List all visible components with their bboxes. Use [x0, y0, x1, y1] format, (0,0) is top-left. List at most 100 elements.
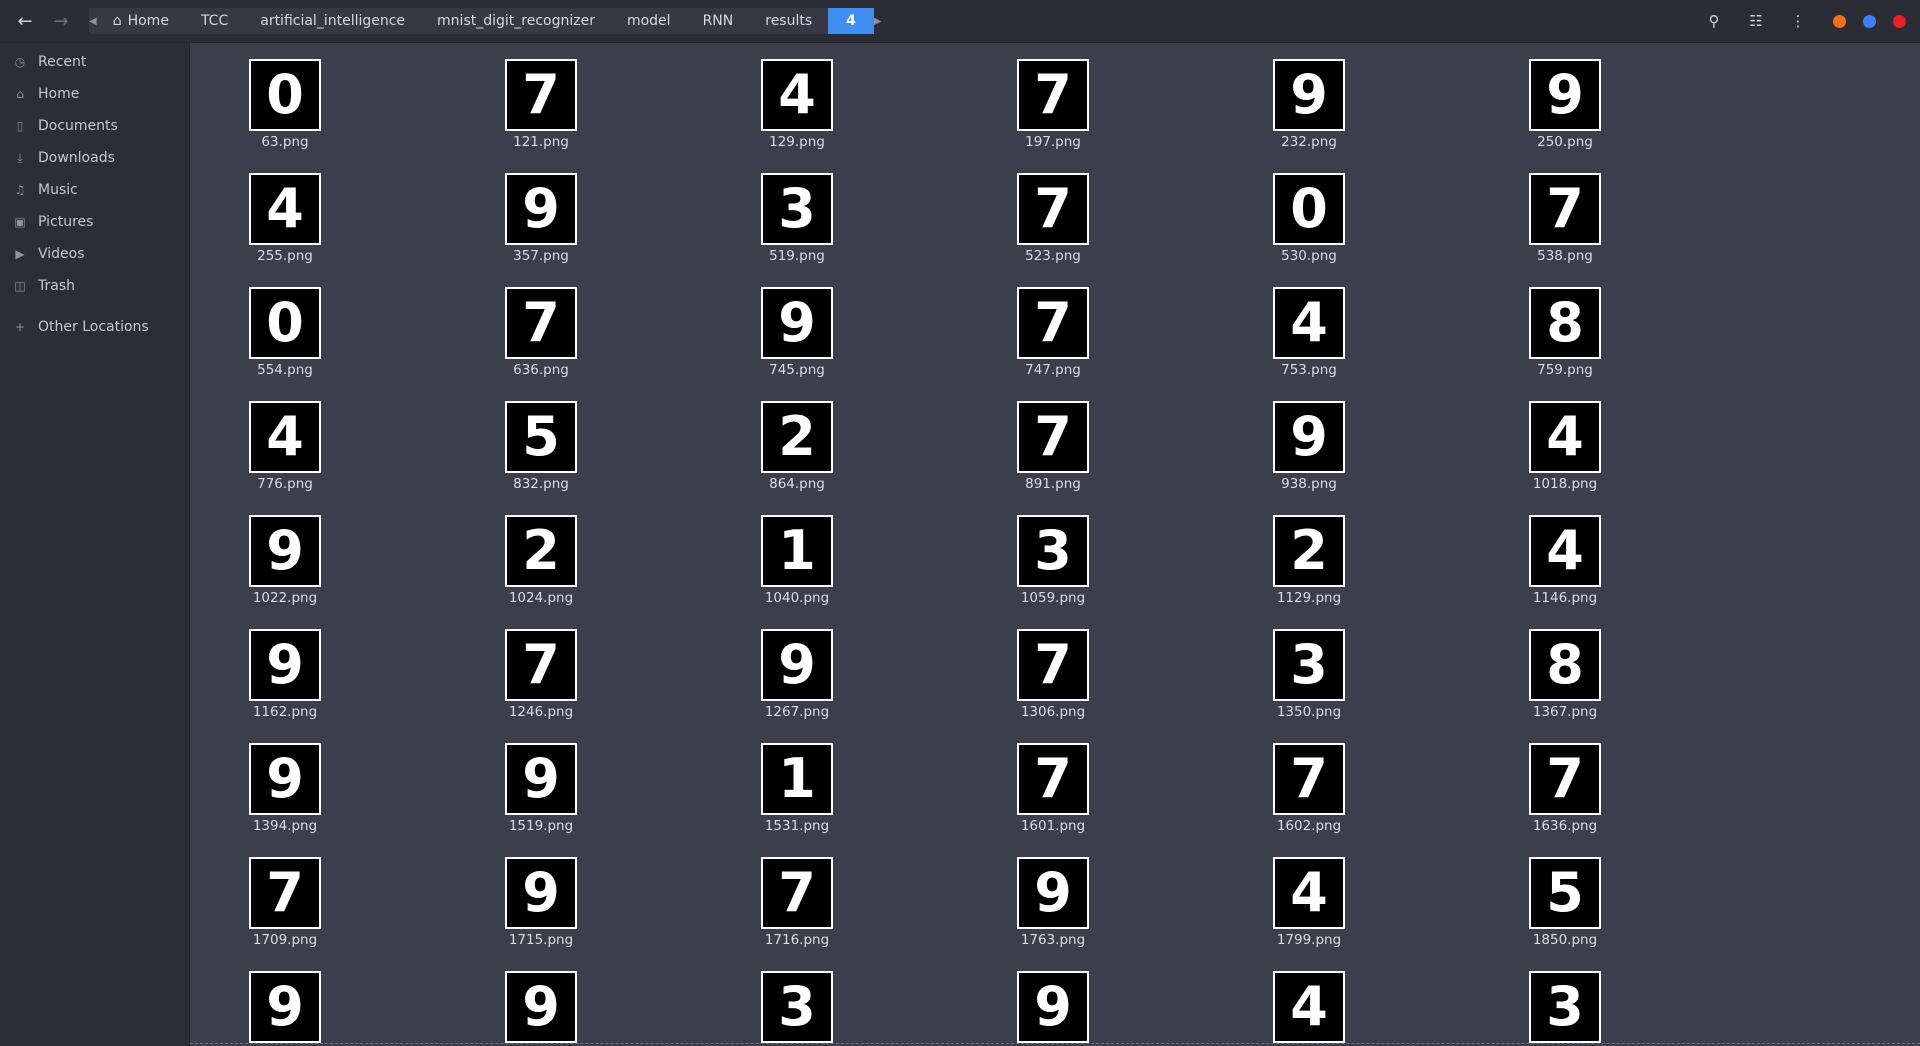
file-name: 250.png: [1537, 134, 1593, 150]
file-thumbnail: 7: [505, 287, 577, 359]
file-thumbnail: 9: [1529, 59, 1601, 131]
file-item[interactable]: 5 1850.png: [1505, 857, 1625, 961]
file-item[interactable]: 9 1162.png: [225, 629, 345, 733]
file-item[interactable]: 9 745.png: [737, 287, 857, 391]
file-item[interactable]: 4 1146.png: [1505, 515, 1625, 619]
file-item[interactable]: 9 232.png: [1249, 59, 1369, 163]
file-item[interactable]: 9: [225, 971, 345, 1046]
file-item[interactable]: 7 636.png: [481, 287, 601, 391]
sidebar-item-trash[interactable]: ◫ Trash: [0, 272, 190, 300]
file-item[interactable]: 9 938.png: [1249, 401, 1369, 505]
sidebar-item-downloads[interactable]: ⤓ Downloads: [0, 144, 190, 172]
file-item[interactable]: 7 197.png: [993, 59, 1113, 163]
file-item[interactable]: 0 63.png: [225, 59, 345, 163]
file-name: 1018.png: [1532, 476, 1598, 492]
file-item[interactable]: 7 1601.png: [993, 743, 1113, 847]
file-item[interactable]: 1 1040.png: [737, 515, 857, 619]
file-item[interactable]: 7 1709.png: [225, 857, 345, 961]
file-item[interactable]: 7 538.png: [1505, 173, 1625, 277]
file-item[interactable]: 3 1059.png: [993, 515, 1113, 619]
close-button[interactable]: [1893, 15, 1906, 28]
file-item[interactable]: 9 357.png: [481, 173, 601, 277]
maximize-button[interactable]: [1863, 15, 1876, 28]
file-name: 523.png: [1025, 248, 1081, 264]
file-item[interactable]: 3: [1505, 971, 1625, 1046]
file-thumbnail: 7: [505, 59, 577, 131]
file-thumbnail: 9: [249, 971, 321, 1043]
file-item[interactable]: 7 1716.png: [737, 857, 857, 961]
file-item[interactable]: 7 747.png: [993, 287, 1113, 391]
file-item[interactable]: 9: [481, 971, 601, 1046]
search-button[interactable]: ⚲: [1702, 10, 1726, 32]
breadcrumb-tcc[interactable]: TCC: [185, 8, 244, 34]
file-name: 1040.png: [764, 590, 830, 606]
file-item[interactable]: 9: [993, 971, 1113, 1046]
sidebar-item-home[interactable]: ⌂ Home: [0, 80, 190, 108]
file-item[interactable]: 9 1763.png: [993, 857, 1113, 961]
file-item[interactable]: 2 1129.png: [1249, 515, 1369, 619]
file-item[interactable]: 9 1267.png: [737, 629, 857, 733]
file-item[interactable]: 0 554.png: [225, 287, 345, 391]
breadcrumb-scroll-right-button[interactable]: ▶: [874, 8, 882, 34]
file-thumbnail: 7: [1017, 743, 1089, 815]
file-item[interactable]: 1 1531.png: [737, 743, 857, 847]
file-item[interactable]: 9 1022.png: [225, 515, 345, 619]
view-toggle-button[interactable]: ☷: [1744, 10, 1768, 32]
file-item[interactable]: 4 1799.png: [1249, 857, 1369, 961]
breadcrumb-mnist-digit-recognizer[interactable]: mnist_digit_recognizer: [421, 8, 611, 34]
sidebar-item-documents[interactable]: ▯ Documents: [0, 112, 190, 140]
file-item[interactable]: 0 530.png: [1249, 173, 1369, 277]
file-item[interactable]: 3 1350.png: [1249, 629, 1369, 733]
breadcrumb-home[interactable]: ⌂ Home: [97, 8, 185, 34]
forward-button[interactable]: →: [46, 8, 76, 34]
sidebar-item-music[interactable]: ♫ Music: [0, 176, 190, 204]
file-item[interactable]: 3 519.png: [737, 173, 857, 277]
file-thumbnail: 0: [249, 287, 321, 359]
sidebar-item-videos[interactable]: ▶ Videos: [0, 240, 190, 268]
file-thumbnail: 7: [1273, 743, 1345, 815]
file-item[interactable]: 5 832.png: [481, 401, 601, 505]
file-item[interactable]: 7 1602.png: [1249, 743, 1369, 847]
breadcrumb-scroll-left-button[interactable]: ◀: [89, 8, 97, 34]
file-name: 197.png: [1025, 134, 1081, 150]
breadcrumb-current-folder[interactable]: 4: [828, 8, 874, 34]
file-item[interactable]: 4: [1249, 971, 1369, 1046]
file-item[interactable]: 4 776.png: [225, 401, 345, 505]
breadcrumb-artificial-intelligence[interactable]: artificial_intelligence: [244, 8, 421, 34]
breadcrumb-model[interactable]: model: [611, 8, 687, 34]
file-item[interactable]: 9 1715.png: [481, 857, 601, 961]
file-item[interactable]: 9 250.png: [1505, 59, 1625, 163]
file-item[interactable]: 7 891.png: [993, 401, 1113, 505]
file-thumbnail: 4: [1273, 971, 1345, 1043]
file-item[interactable]: 8 759.png: [1505, 287, 1625, 391]
file-item[interactable]: 7 121.png: [481, 59, 601, 163]
file-name: 1162.png: [252, 704, 318, 720]
file-item[interactable]: 7 1246.png: [481, 629, 601, 733]
file-item[interactable]: 4 255.png: [225, 173, 345, 277]
music-icon: ♫: [14, 183, 26, 197]
file-item[interactable]: 7 1306.png: [993, 629, 1113, 733]
file-item[interactable]: 8 1367.png: [1505, 629, 1625, 733]
sidebar-item-recent[interactable]: ◷ Recent: [0, 48, 190, 76]
file-item[interactable]: 7 1636.png: [1505, 743, 1625, 847]
file-thumbnail: 8: [1529, 287, 1601, 359]
minimize-button[interactable]: [1833, 15, 1846, 28]
file-item[interactable]: 2 1024.png: [481, 515, 601, 619]
file-item[interactable]: 4 753.png: [1249, 287, 1369, 391]
file-item[interactable]: 7 523.png: [993, 173, 1113, 277]
menu-button[interactable]: ⋮: [1786, 10, 1810, 32]
file-item[interactable]: 9 1519.png: [481, 743, 601, 847]
file-item[interactable]: 4 1018.png: [1505, 401, 1625, 505]
breadcrumb-results[interactable]: results: [749, 8, 828, 34]
file-name: 864.png: [769, 476, 825, 492]
file-name: 745.png: [769, 362, 825, 378]
file-item[interactable]: 9 1394.png: [225, 743, 345, 847]
sidebar-item-other-locations[interactable]: + Other Locations: [0, 313, 190, 341]
file-item[interactable]: 3: [737, 971, 857, 1046]
file-thumbnail: 3: [1017, 515, 1089, 587]
breadcrumb-rnn[interactable]: RNN: [687, 8, 750, 34]
file-item[interactable]: 2 864.png: [737, 401, 857, 505]
file-item[interactable]: 4 129.png: [737, 59, 857, 163]
sidebar-item-pictures[interactable]: ▣ Pictures: [0, 208, 190, 236]
back-button[interactable]: ←: [10, 8, 40, 34]
